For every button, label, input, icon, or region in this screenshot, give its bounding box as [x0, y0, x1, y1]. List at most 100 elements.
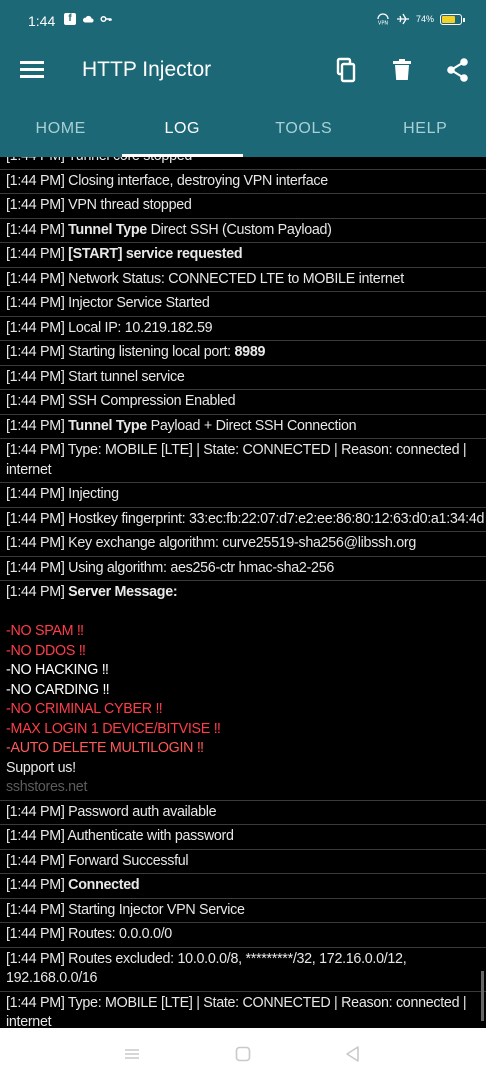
- log-text: Using algorithm: aes256-ctr hmac-sha2-25…: [68, 559, 334, 576]
- log-row: [1:44 PM] Tunnel core stopped: [0, 157, 486, 170]
- copy-icon[interactable]: [332, 56, 360, 84]
- log-timestamp: [1:44 PM]: [6, 246, 69, 262]
- log-text: Local IP: 10.219.182.59: [68, 319, 213, 336]
- log-text: Starting listening local port:: [68, 344, 231, 360]
- log-row: [1:44 PM] Routes excluded: 10.0.0.0/8, *…: [0, 948, 486, 992]
- log-row: [1:44 PM] Starting listening local port:…: [0, 341, 486, 366]
- facebook-icon: f: [64, 13, 76, 25]
- log-row: [1:44 PM] Tunnel Type Payload + Direct S…: [0, 415, 486, 439]
- server-message-line: -NO HACKING ‼: [6, 662, 109, 678]
- log-timestamp: [1:44 PM]: [6, 442, 68, 458]
- app-title: HTTP Injector: [82, 58, 212, 81]
- log-bold-text: [START] service requested: [68, 246, 243, 262]
- log-text: Injecting: [68, 486, 119, 502]
- log-timestamp: [1:44 PM]: [6, 295, 69, 311]
- log-timestamp: [1:44 PM]: [6, 535, 69, 551]
- log-timestamp: [1:44 PM]: [6, 417, 69, 434]
- status-bar: 1:44 f VPN 74%: [0, 0, 486, 42]
- menu-icon[interactable]: [20, 61, 44, 79]
- log-timestamp: [1:44 PM]: [6, 486, 69, 502]
- battery-percent: 74%: [415, 14, 434, 24]
- log-text: Password auth available: [68, 803, 217, 820]
- log-timestamp: [1:44 PM]: [6, 828, 68, 844]
- log-text: Type: MOBILE [LTE] | State: CONNECTED | …: [6, 994, 467, 1029]
- log-timestamp: [1:44 PM]: [6, 221, 69, 238]
- log-text: Closing interface, destroying VPN interf…: [68, 172, 328, 189]
- log-timestamp: [1:44 PM]: [6, 901, 69, 918]
- log-timestamp: [1:44 PM]: [6, 270, 69, 287]
- home-icon[interactable]: [233, 1044, 253, 1064]
- app-bar: HTTP Injector: [0, 42, 486, 100]
- log-row: [1:44 PM] VPN thread stopped: [0, 194, 486, 219]
- log-text: Hostkey fingerprint: 33:ec:fb:22:07:d7:e…: [68, 510, 485, 527]
- log-row: [1:44 PM] Starting Injector VPN Service: [0, 899, 486, 923]
- server-message-line: -NO SPAM ‼: [6, 623, 84, 639]
- server-message-line: Support us!: [6, 759, 76, 776]
- log-timestamp: [1:44 PM]: [6, 393, 69, 409]
- log-row: [1:44 PM] Hostkey fingerprint: 33:ec:fb:…: [0, 508, 486, 532]
- log-text: Routes: 0.0.0.0/0: [68, 926, 172, 942]
- log-timestamp: [1:44 PM]: [6, 344, 69, 360]
- log-bold-text: Tunnel Type: [68, 221, 147, 238]
- vpn-icon: VPN: [377, 13, 389, 25]
- log-timestamp: [1:44 PM]: [6, 559, 69, 576]
- system-nav-bar: [0, 1028, 486, 1080]
- log-row: [1:44 PM] Type: MOBILE [LTE] | State: CO…: [0, 439, 486, 483]
- log-row: [1:44 PM] Authenticate with password: [0, 825, 486, 850]
- back-icon[interactable]: [343, 1044, 363, 1064]
- log-row: [1:44 PM] [START] service requested: [0, 243, 486, 268]
- log-row: [1:44 PM] Start tunnel service: [0, 366, 486, 390]
- cloud-icon: [82, 15, 94, 23]
- log-text: Key exchange algorithm: curve25519-sha25…: [68, 535, 416, 551]
- log-row: [1:44 PM] Connected: [0, 874, 486, 899]
- log-text: Direct SSH (Custom Payload): [150, 221, 332, 238]
- tab-home[interactable]: HOME: [0, 100, 122, 157]
- log-text: Starting Injector VPN Service: [68, 901, 245, 918]
- log-text: Injector Service Started: [68, 295, 210, 311]
- server-message-line: -AUTO DELETE MULTILOGIN ‼: [6, 740, 204, 756]
- recents-icon[interactable]: [122, 1044, 142, 1064]
- log-timestamp: [1:44 PM]: [6, 877, 69, 893]
- log-text: Start tunnel service: [68, 368, 185, 385]
- status-time: 1:44: [28, 13, 56, 29]
- server-message-line: -NO CARDING ‼: [6, 681, 110, 698]
- log-bold-text: Connected: [68, 877, 140, 893]
- delete-icon[interactable]: [388, 56, 416, 84]
- log-row: [1:44 PM] Local IP: 10.219.182.59: [0, 317, 486, 341]
- log-text: Tunnel core stopped: [68, 157, 192, 164]
- share-icon[interactable]: [444, 56, 472, 84]
- battery-fill: [442, 15, 455, 23]
- log-text: Type: MOBILE [LTE] | State: CONNECTED | …: [6, 442, 467, 478]
- log-list[interactable]: [1:44 PM] Tunnel core stopped[1:44 PM] C…: [0, 157, 486, 1028]
- log-row: [1:44 PM] Tunnel Type Direct SSH (Custom…: [0, 219, 486, 243]
- server-message-row: [1:44 PM] Server Message: -NO SPAM ‼ -NO …: [0, 581, 486, 801]
- tab-tools[interactable]: TOOLS: [243, 100, 365, 157]
- log-timestamp: [1:44 PM]: [6, 368, 69, 385]
- tab-bar: HOME LOG TOOLS HELP: [0, 100, 486, 157]
- server-message-line: -NO DDOS ‼: [6, 642, 86, 659]
- server-message-line: sshstores.net: [6, 779, 88, 795]
- log-row: [1:44 PM] Closing interface, destroying …: [0, 170, 486, 194]
- log-timestamp: [1:44 PM]: [6, 197, 69, 213]
- log-text: SSH Compression Enabled: [68, 393, 236, 409]
- log-row: [1:44 PM] Injecting: [0, 483, 486, 508]
- log-text: Forward Successful: [68, 852, 189, 869]
- server-message-label: Server Message:: [68, 584, 178, 600]
- scrollbar-thumb[interactable]: [481, 971, 484, 1021]
- log-timestamp: [1:44 PM]: [6, 319, 69, 336]
- log-text: Authenticate with password: [67, 828, 234, 844]
- key-icon: [100, 15, 112, 23]
- log-timestamp: [1:44 PM]: [6, 803, 69, 820]
- log-timestamp: [1:44 PM]: [6, 157, 68, 164]
- tab-log[interactable]: LOG: [122, 100, 244, 157]
- log-timestamp: [1:44 PM]: [6, 584, 69, 600]
- log-timestamp: [1:44 PM]: [6, 852, 69, 869]
- log-row: [1:44 PM] Injector Service Started: [0, 292, 486, 317]
- log-row: [1:44 PM] Network Status: CONNECTED LTE …: [0, 268, 486, 292]
- log-timestamp: [1:44 PM]: [6, 510, 69, 527]
- log-text: Payload + Direct SSH Connection: [150, 417, 357, 434]
- airplane-wifi-icon: [396, 13, 409, 25]
- tab-help[interactable]: HELP: [365, 100, 486, 157]
- server-message-line: -NO CRIMINAL CYBER ‼: [6, 701, 163, 717]
